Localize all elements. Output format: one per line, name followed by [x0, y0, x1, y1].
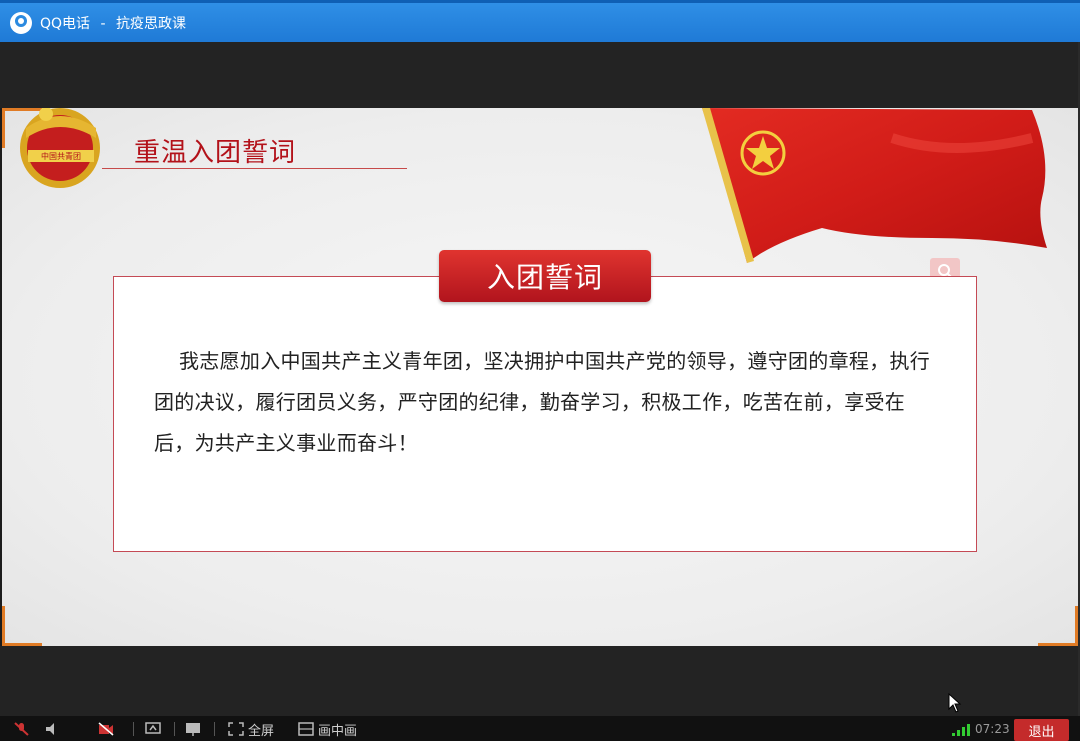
share-screen-icon [145, 722, 161, 734]
red-flag-image [702, 108, 1047, 263]
fullscreen-button[interactable]: 全屏 [228, 719, 274, 739]
qq-logo-icon [10, 11, 32, 34]
fullscreen-icon [228, 722, 244, 736]
window-title: QQ电话 - 抗疫思政课 [40, 15, 187, 32]
fullscreen-label: 全屏 [248, 723, 275, 739]
corner-decoration [1038, 606, 1078, 646]
speaker-icon [46, 723, 54, 735]
mic-muted-icon [14, 722, 29, 736]
pip-label: 画中画 [318, 723, 358, 739]
svg-text:中国共青团: 中国共青团 [41, 151, 81, 161]
video-letterbox-top [0, 42, 1080, 108]
exit-button[interactable]: 退出 [1014, 719, 1069, 741]
video-letterbox-bottom [0, 646, 1080, 716]
mouse-cursor-icon [948, 693, 962, 713]
corner-decoration [2, 606, 42, 646]
mic-muted-button[interactable] [14, 719, 30, 739]
heading-underline [102, 168, 407, 169]
shared-screen-slide: 中国共青团 重温入团誓词 我志愿加入中国共产主义青年团，坚决拥护中国共产党的领导… [2, 108, 1078, 646]
call-toolbar: 全屏 画中画 07:23 退出 [0, 716, 1080, 741]
window-title-bar: QQ电话 - 抗疫思政课 [0, 0, 1080, 42]
slide-heading: 重温入团誓词 [134, 138, 297, 168]
call-duration: 07:23 [975, 722, 1010, 736]
pip-icon [298, 722, 314, 736]
oath-text: 我志愿加入中国共产主义青年团，坚决拥护中国共产党的领导，遵守团的章程，执行团的决… [154, 349, 931, 455]
board-icon [186, 723, 200, 736]
share-screen-button[interactable] [145, 719, 161, 739]
oath-text-box: 我志愿加入中国共产主义青年团，坚决拥护中国共产党的领导，遵守团的章程，执行团的决… [113, 276, 977, 552]
youth-league-emblem-icon: 中国共青团 [20, 108, 100, 188]
whiteboard-button[interactable] [185, 719, 201, 739]
picture-in-picture-button[interactable]: 画中画 [298, 719, 357, 739]
oath-title-tab: 入团誓词 [439, 250, 651, 302]
camera-off-icon [98, 722, 114, 736]
camera-off-button[interactable] [98, 719, 114, 739]
speaker-button[interactable] [44, 719, 60, 739]
signal-strength-icon [952, 724, 970, 736]
